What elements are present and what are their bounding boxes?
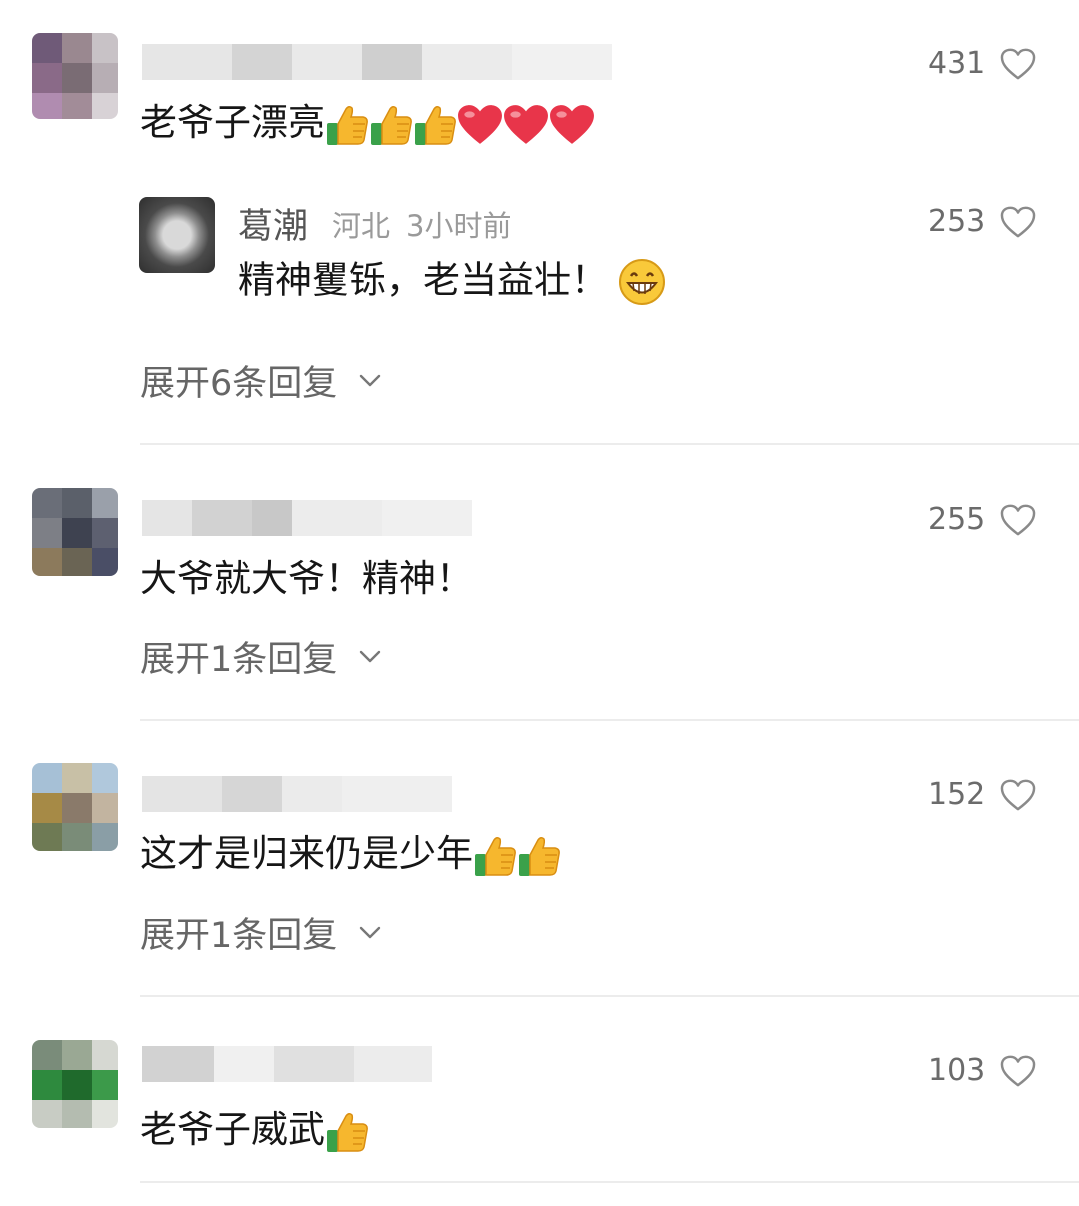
- expand-replies-button[interactable]: 展开6条回复: [140, 355, 381, 406]
- expand-replies-label: 展开6条回复: [140, 364, 338, 404]
- like-button[interactable]: 152: [928, 777, 1037, 812]
- username-obscured[interactable]: [142, 776, 452, 812]
- thumbs-up-icon: [413, 103, 457, 147]
- expand-replies-label: 展开1条回复: [140, 640, 338, 680]
- comment-text: 老爷子威武: [140, 1108, 369, 1154]
- thumbs-up-icon: [369, 103, 413, 147]
- divider: [140, 719, 1079, 721]
- username-obscured[interactable]: [142, 44, 612, 80]
- expand-replies-button[interactable]: 展开1条回复: [140, 907, 381, 958]
- reply-avatar[interactable]: [139, 197, 215, 273]
- avatar[interactable]: [32, 33, 118, 119]
- comment-text: 老爷子漂亮: [140, 101, 595, 147]
- comment-text: 这才是归来仍是少年: [140, 832, 561, 878]
- heart-outline-icon[interactable]: [999, 205, 1037, 239]
- like-button[interactable]: 431: [928, 46, 1037, 81]
- thumbs-up-icon: [325, 103, 369, 147]
- like-count: 431: [928, 46, 986, 81]
- reply-username[interactable]: 葛潮: [238, 198, 308, 249]
- heart-outline-icon[interactable]: [999, 503, 1037, 537]
- red-heart-icon: [503, 104, 549, 146]
- like-button[interactable]: 103: [928, 1053, 1037, 1088]
- thumbs-up-icon: [517, 834, 561, 878]
- chevron-down-icon: [359, 374, 381, 388]
- like-count: 152: [928, 777, 986, 812]
- reply-time: 3小时前: [406, 209, 512, 243]
- like-count: 253: [928, 204, 986, 239]
- reply-like-button[interactable]: 253: [928, 204, 1037, 239]
- reply-text: 精神矍铄，老当益壮！: [238, 258, 666, 306]
- divider: [140, 995, 1079, 997]
- thumbs-up-icon: [325, 1110, 369, 1154]
- avatar[interactable]: [32, 1040, 118, 1128]
- expand-replies-label: 展开1条回复: [140, 916, 338, 956]
- heart-outline-icon[interactable]: [999, 47, 1037, 81]
- divider: [140, 1181, 1079, 1183]
- avatar[interactable]: [32, 488, 118, 576]
- grinning-face-icon: [618, 258, 666, 306]
- like-button[interactable]: 255: [928, 502, 1037, 537]
- thumbs-up-icon: [473, 834, 517, 878]
- like-count: 103: [928, 1053, 986, 1088]
- red-heart-icon: [549, 104, 595, 146]
- chevron-down-icon: [359, 926, 381, 940]
- comment-text: 大爷就大爷！精神！: [140, 557, 473, 600]
- avatar[interactable]: [32, 763, 118, 851]
- expand-replies-button[interactable]: 展开1条回复: [140, 631, 381, 682]
- heart-outline-icon[interactable]: [999, 1054, 1037, 1088]
- username-obscured[interactable]: [142, 500, 472, 536]
- divider: [140, 443, 1079, 445]
- heart-outline-icon[interactable]: [999, 778, 1037, 812]
- chevron-down-icon: [359, 650, 381, 664]
- reply-location: 河北: [332, 209, 391, 243]
- username-obscured[interactable]: [142, 1046, 432, 1082]
- like-count: 255: [928, 502, 986, 537]
- red-heart-icon: [457, 104, 503, 146]
